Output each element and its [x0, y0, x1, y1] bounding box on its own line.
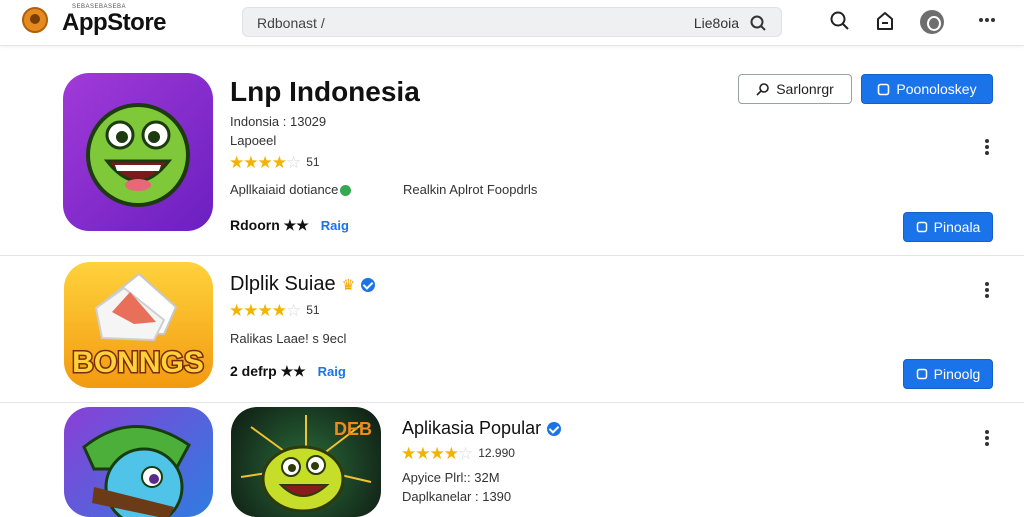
verified-badge-icon	[361, 277, 376, 292]
divider	[0, 402, 1024, 403]
star-rating: ★★★★☆ 51	[229, 301, 320, 320]
icon-wordmark: DEB	[334, 419, 372, 439]
search-bar[interactable]: Rdbonast / Lie8oia	[242, 7, 782, 37]
app-icon-deb[interactable]: DEB	[231, 407, 381, 517]
app-meta-line: Ralikas Laae! s 9ecl	[230, 331, 347, 346]
avatar[interactable]	[920, 10, 944, 34]
logo-text[interactable]: AppStore	[62, 9, 167, 37]
device-icon	[916, 221, 927, 233]
rating-count: 51	[306, 155, 320, 169]
install-button[interactable]: Pinoala	[903, 212, 993, 242]
app-title-text: Aplikasia Popular	[402, 418, 542, 438]
category-label: Apllkaiaid dotiance	[230, 182, 339, 197]
search-icon	[756, 83, 770, 96]
device-icon	[878, 83, 890, 95]
more-options-icon[interactable]	[979, 18, 995, 22]
store-logo-icon[interactable]	[22, 7, 48, 33]
app-meta-line: Lapoeel	[230, 133, 277, 148]
app-icon-lnp[interactable]	[63, 73, 213, 231]
top-bar: SEBASEBASEBA AppStore Rdbonast / Lie8oia	[0, 0, 1024, 46]
search-input[interactable]: Rdbonast /	[257, 15, 325, 31]
app-title[interactable]: Dlplik Suiae ♛	[230, 273, 376, 296]
secondary-action-button[interactable]: Sarlonrgr	[738, 74, 852, 104]
footer-tag[interactable]: Raig	[321, 218, 349, 233]
icon-wordmark: BONNGS	[72, 346, 204, 379]
more-options-icon[interactable]	[985, 139, 989, 155]
search-icon[interactable]	[829, 10, 851, 32]
more-options-icon[interactable]	[985, 430, 989, 446]
star-rating: ★★★★☆ 51	[229, 153, 320, 172]
app-category: Apllkaiaid dotiance	[230, 182, 352, 197]
footer-label: 2 defrp ★★	[230, 363, 306, 379]
app-icon-adventure[interactable]	[64, 407, 213, 517]
search-icon[interactable]	[749, 14, 767, 32]
share-icon[interactable]	[874, 10, 896, 32]
footer-label: Rdoorn ★★	[230, 217, 309, 233]
primary-action-button[interactable]: Poonoloskey	[861, 74, 993, 104]
footer-tag[interactable]: Raig	[318, 364, 346, 379]
monster-illustration-icon: DEB	[240, 415, 372, 513]
rating-count: 12.990	[478, 446, 515, 460]
crown-icon: ♛	[341, 277, 356, 294]
app-footer: Rdoorn ★★ Raig	[230, 217, 349, 234]
rating-count: 51	[306, 303, 320, 317]
more-options-icon[interactable]	[985, 282, 989, 298]
install-button[interactable]: Pinoolg	[903, 359, 993, 389]
creature-illustration-icon	[82, 425, 191, 517]
verified-badge-icon	[547, 422, 562, 437]
button-label: Pinoolg	[933, 366, 981, 382]
app-title[interactable]: Lnp Indonesia	[230, 76, 420, 108]
app-meta-line: Indonsia : 13029	[230, 114, 327, 129]
app-meta-line: Apyice Plrl:: 32M	[402, 470, 500, 485]
button-label: Pinoala	[933, 219, 981, 235]
search-region-label: Lie8oia	[693, 15, 739, 31]
app-meta-line: Daplkanelar : 1390	[402, 489, 512, 504]
device-icon	[916, 368, 927, 380]
frog-mascot-icon	[86, 103, 190, 207]
app-title-text: Dlplik Suiae	[230, 273, 336, 295]
cards-illustration-icon: BONNGS	[71, 272, 205, 381]
verified-dot-icon	[340, 185, 352, 197]
app-category-right: Realkin Aplrot Foopdrls	[403, 182, 538, 197]
button-label: Poonoloskey	[896, 81, 977, 97]
button-label: Sarlonrgr	[776, 81, 834, 97]
app-icon-bonngs[interactable]: BONNGS	[64, 262, 213, 388]
star-rating: ★★★★☆ 12.990	[401, 444, 515, 463]
app-title[interactable]: Aplikasia Popular	[402, 418, 562, 439]
divider	[0, 255, 1024, 256]
app-footer: 2 defrp ★★ Raig	[230, 363, 346, 380]
